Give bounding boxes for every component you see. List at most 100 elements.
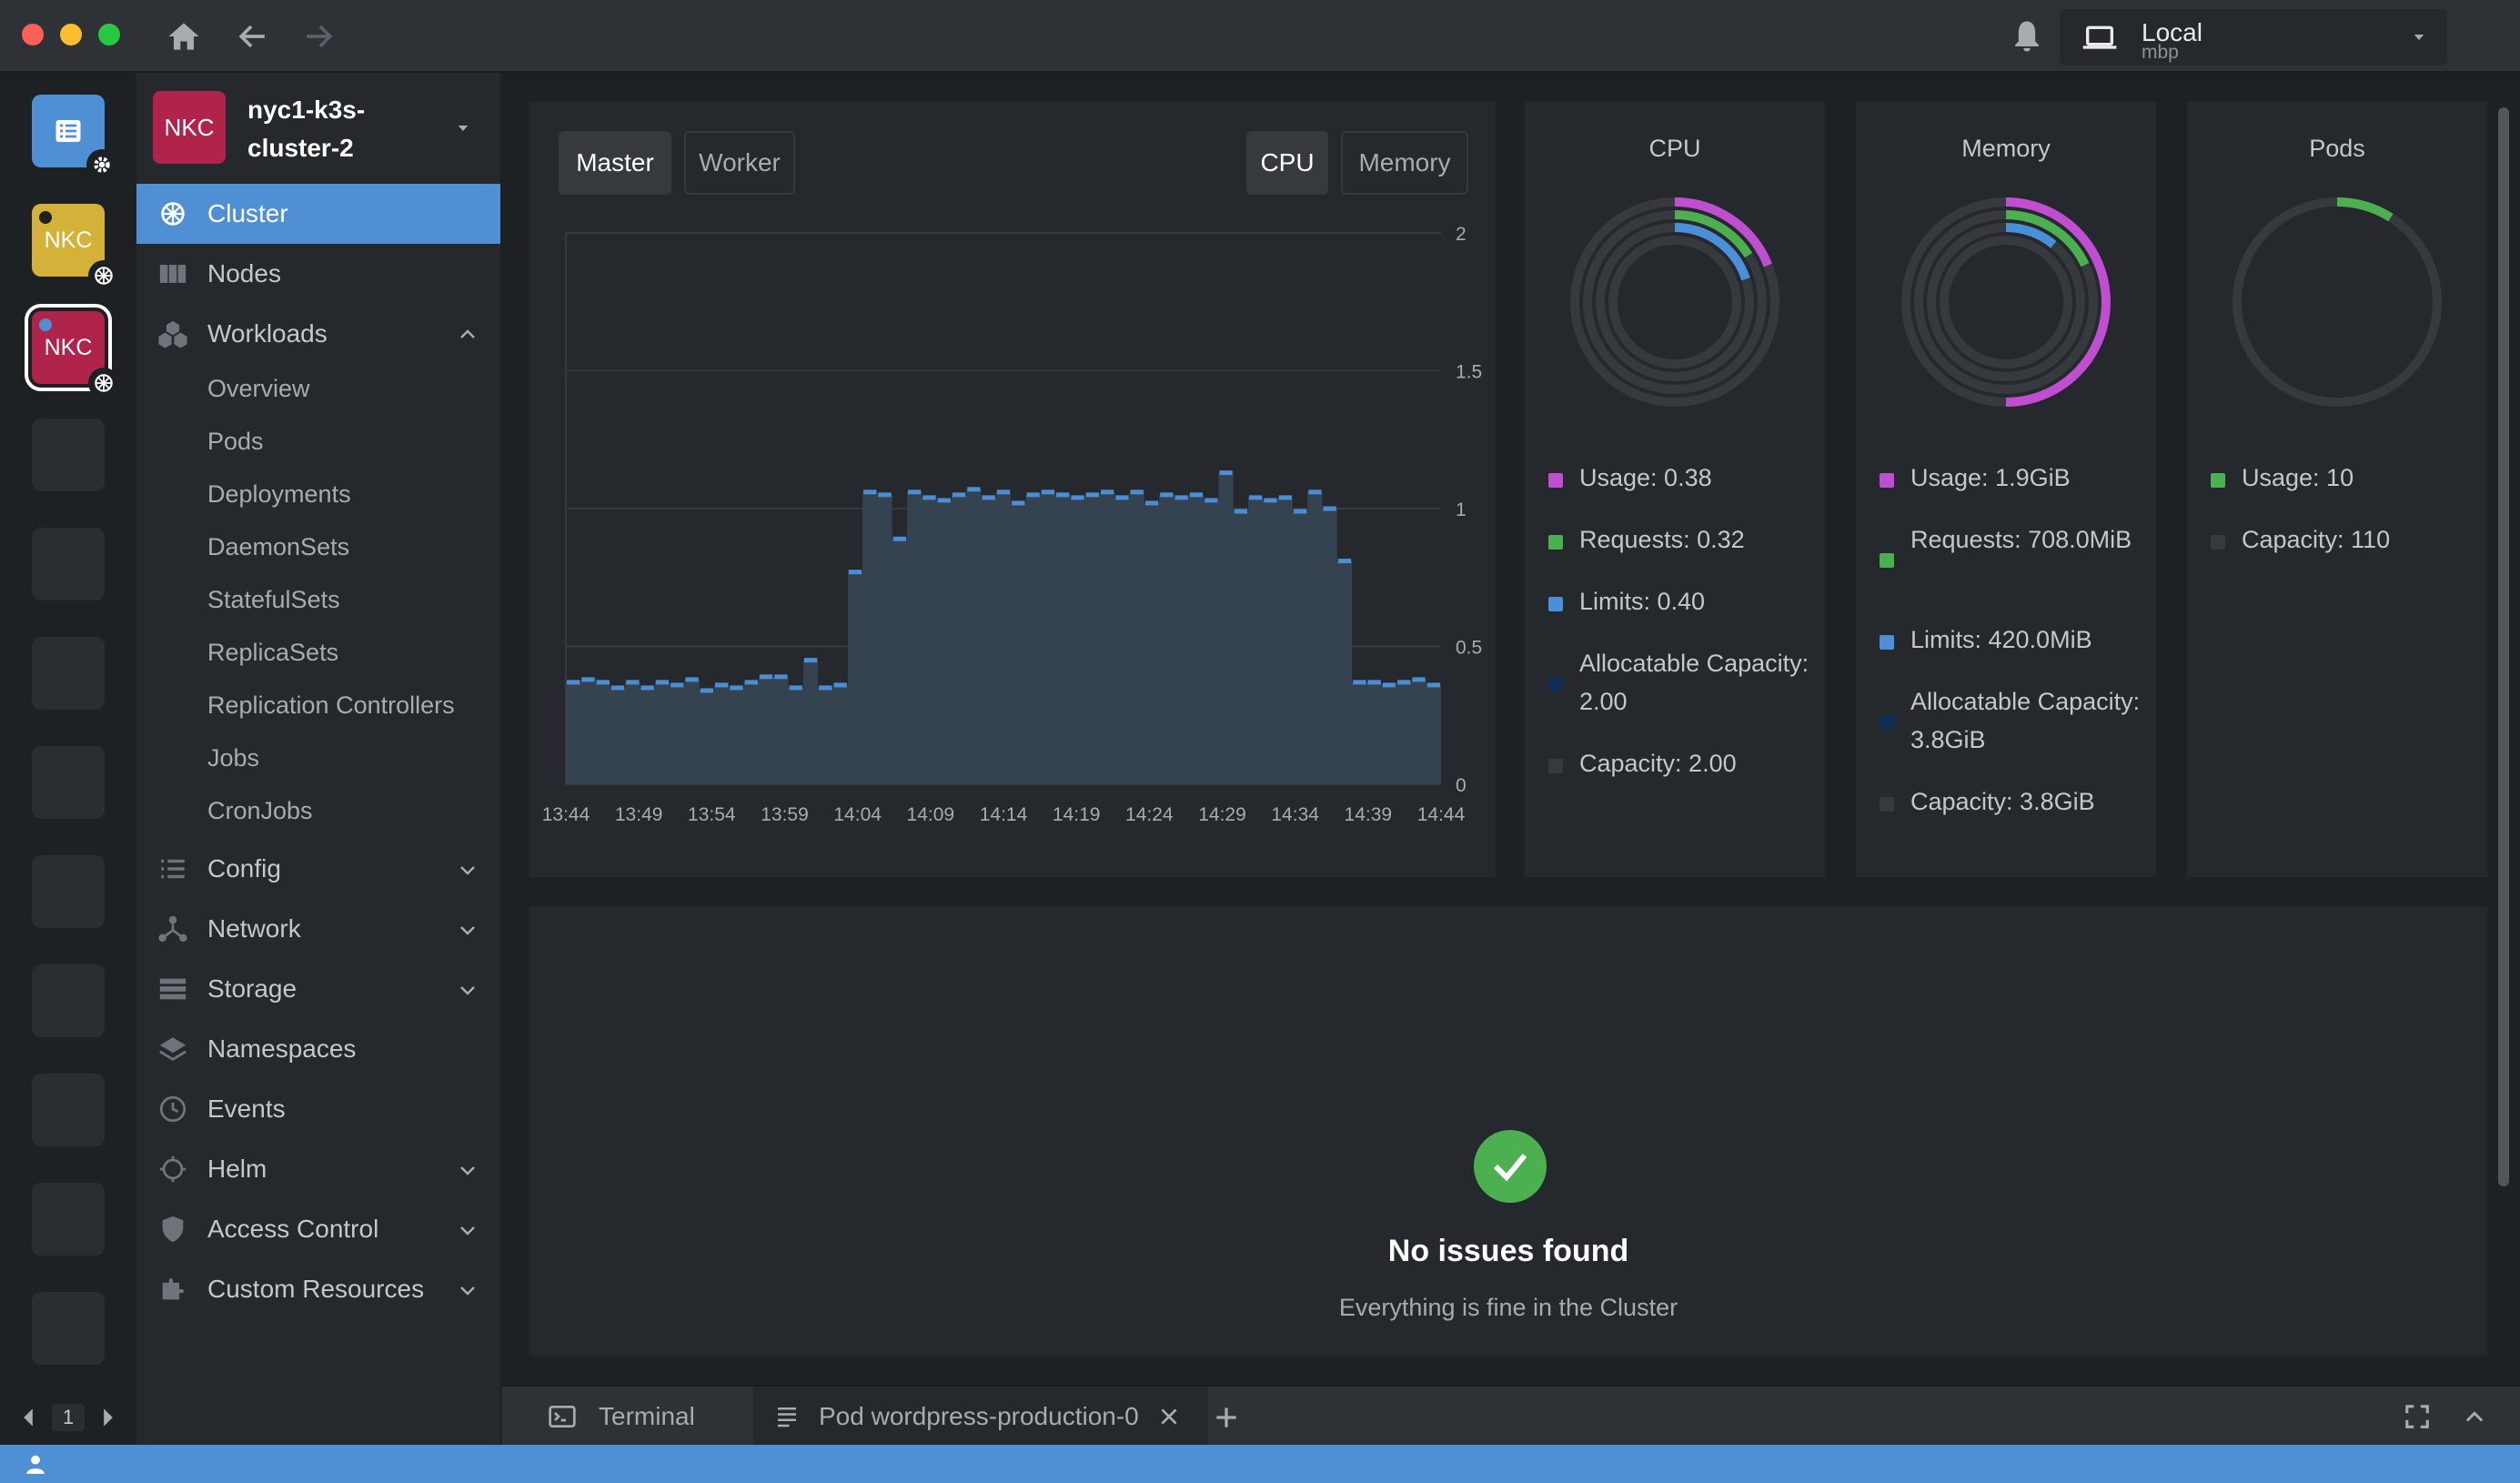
minimize-window-button[interactable] bbox=[60, 24, 82, 45]
sidebar-item-nodes[interactable]: Nodes bbox=[136, 244, 500, 304]
card-title: CPU bbox=[1648, 135, 1701, 162]
x-tick-label: 14:19 bbox=[1053, 804, 1101, 825]
chevron-down-icon bbox=[460, 986, 475, 995]
sidebar-item-config[interactable]: Config bbox=[136, 839, 500, 899]
chevron-down-icon bbox=[460, 1226, 475, 1236]
legend-swatch bbox=[1880, 715, 1894, 730]
sidebar-item-namespaces[interactable]: Namespaces bbox=[136, 1019, 500, 1079]
legend-text: Requests: 0.32 bbox=[1579, 526, 1745, 553]
hotbar: NKC NKC bbox=[0, 73, 136, 1445]
dock-tab-label: Terminal bbox=[599, 1402, 695, 1430]
dock-tab-terminal[interactable]: Terminal bbox=[546, 1387, 737, 1447]
sidebar-item-cluster[interactable]: Cluster bbox=[136, 184, 500, 244]
dock: Terminal Pod wordpress-production-0 bbox=[502, 1385, 2520, 1447]
back-arrow-icon[interactable] bbox=[233, 16, 273, 56]
legend-swatch bbox=[1880, 553, 1894, 568]
add-tab-icon[interactable] bbox=[1212, 1403, 1241, 1432]
caret-left-icon[interactable] bbox=[21, 1408, 35, 1427]
legend-swatch bbox=[2211, 473, 2225, 488]
hotbar-empty-slot[interactable] bbox=[32, 746, 105, 819]
sidebar-subitem-jobs[interactable]: Jobs bbox=[207, 744, 259, 772]
y-tick-label: 2 bbox=[1456, 224, 1467, 245]
close-icon[interactable] bbox=[1157, 1405, 1181, 1428]
issues-panel: No issues found Everything is fine in th… bbox=[529, 906, 2487, 1356]
sidebar-item-helm[interactable]: Helm bbox=[136, 1139, 500, 1199]
legend-text: Limits: 0.40 bbox=[1579, 588, 1706, 615]
hotbar-empty-slot[interactable] bbox=[32, 637, 105, 710]
sidebar-item-custom-resources[interactable]: Custom Resources bbox=[136, 1259, 500, 1319]
home-icon[interactable] bbox=[164, 16, 204, 56]
legend-text: Usage: 10 bbox=[2242, 464, 2354, 491]
success-badge bbox=[1474, 1130, 1547, 1203]
chevron-down-icon[interactable] bbox=[453, 120, 473, 136]
caret-right-icon[interactable] bbox=[101, 1408, 116, 1427]
hotbar-cluster-2[interactable]: NKC bbox=[25, 304, 119, 398]
sidebar-item-label: Nodes bbox=[207, 259, 281, 288]
hotbar-empty-slot[interactable] bbox=[32, 964, 105, 1037]
card-title: Memory bbox=[1961, 135, 2051, 162]
legend-swatch bbox=[1548, 597, 1563, 611]
legend-text: Capacity: 3.8GiB bbox=[1910, 788, 2095, 815]
gear-icon bbox=[94, 156, 110, 173]
hotbar-pager: 1 bbox=[0, 1390, 136, 1445]
legend-text: Usage: 0.38 bbox=[1579, 464, 1712, 491]
x-tick-label: 13:44 bbox=[542, 804, 590, 825]
sidebar-item-events[interactable]: Events bbox=[136, 1079, 500, 1139]
chevron-down-icon bbox=[2414, 35, 2424, 40]
hotbar-empty-slot[interactable] bbox=[32, 528, 105, 600]
sidebar-item-label: Network bbox=[207, 914, 301, 943]
sidebar-subitem-cronjobs[interactable]: CronJobs bbox=[207, 797, 313, 825]
close-window-button[interactable] bbox=[22, 24, 44, 45]
legend-text: Capacity: 2.00 bbox=[1579, 750, 1737, 777]
sidebar-item-storage[interactable]: Storage bbox=[136, 959, 500, 1019]
x-tick-label: 13:59 bbox=[761, 804, 809, 825]
terminal-icon bbox=[549, 1406, 576, 1428]
legend-swatch bbox=[1548, 473, 1563, 488]
sidebar-item-access-control[interactable]: Access Control bbox=[136, 1199, 500, 1259]
maximize-window-button[interactable] bbox=[98, 24, 120, 45]
sidebar-item-network[interactable]: Network bbox=[136, 899, 500, 959]
settings-badge bbox=[86, 149, 117, 180]
y-tick-label: 0 bbox=[1456, 775, 1467, 796]
chevron-up-icon[interactable] bbox=[2462, 1405, 2487, 1430]
forward-arrow-icon[interactable] bbox=[298, 16, 338, 56]
sidebar-subitem-deployments[interactable]: Deployments bbox=[207, 480, 351, 509]
memory-ring-chart bbox=[1901, 197, 2111, 407]
sidebar-subitem-replication-controllers[interactable]: Replication Controllers bbox=[207, 691, 455, 720]
context-subtitle: mbp bbox=[2142, 42, 2179, 63]
sidebar-item-label: Events bbox=[207, 1095, 286, 1123]
pods-card: Pods Usage: 10 Capacity: 110 bbox=[2187, 102, 2487, 877]
hotbar-empty-slot[interactable] bbox=[32, 1183, 105, 1256]
legend-text: Capacity: 110 bbox=[2242, 526, 2391, 553]
catalog-button[interactable] bbox=[32, 95, 117, 180]
legend-swatch bbox=[1548, 677, 1563, 691]
dock-tab-pod[interactable]: Pod wordpress-production-0 bbox=[753, 1387, 1208, 1447]
hotbar-empty-slot[interactable] bbox=[32, 1292, 105, 1365]
fullscreen-icon[interactable] bbox=[2404, 1403, 2431, 1430]
cluster-header[interactable]: NKC nyc1-k3s-cluster-2 bbox=[136, 73, 500, 184]
hotbar-empty-slot[interactable] bbox=[32, 419, 105, 491]
y-tick-label: 0.5 bbox=[1456, 638, 1482, 659]
user-icon[interactable] bbox=[24, 1452, 47, 1476]
dock-tab-label: Pod wordpress-production-0 bbox=[819, 1402, 1139, 1430]
sidebar-subitem-overview[interactable]: Overview bbox=[207, 375, 310, 403]
hotbar-empty-slot[interactable] bbox=[32, 855, 105, 928]
main-scrollbar[interactable] bbox=[2498, 107, 2509, 1186]
card-title: Pods bbox=[2309, 135, 2365, 162]
sidebar-subitem-daemonsets[interactable]: DaemonSets bbox=[207, 533, 349, 561]
context-selector[interactable]: Local mbp bbox=[2060, 9, 2447, 66]
hotbar-cluster-1[interactable]: NKC bbox=[32, 204, 119, 291]
sidebar-item-workloads[interactable]: Workloads bbox=[136, 304, 500, 364]
laptop-icon bbox=[2082, 25, 2117, 49]
y-tick-label: 1.5 bbox=[1456, 362, 1482, 383]
hotbar-empty-slot[interactable] bbox=[32, 1074, 105, 1146]
bell-icon[interactable] bbox=[2007, 16, 2047, 56]
sidebar: NKC nyc1-k3s-cluster-2 Cluster Nodes Wor… bbox=[136, 73, 500, 1445]
sidebar-subitem-statefulsets[interactable]: StatefulSets bbox=[207, 586, 340, 614]
sidebar-item-label: Helm bbox=[207, 1155, 267, 1183]
sidebar-subitem-pods[interactable]: Pods bbox=[207, 428, 264, 456]
pods-ring-chart bbox=[2233, 197, 2442, 407]
sidebar-subitem-replicasets[interactable]: ReplicaSets bbox=[207, 639, 338, 667]
checkmark-icon bbox=[1493, 1154, 1527, 1182]
ring-track bbox=[1608, 236, 1741, 368]
